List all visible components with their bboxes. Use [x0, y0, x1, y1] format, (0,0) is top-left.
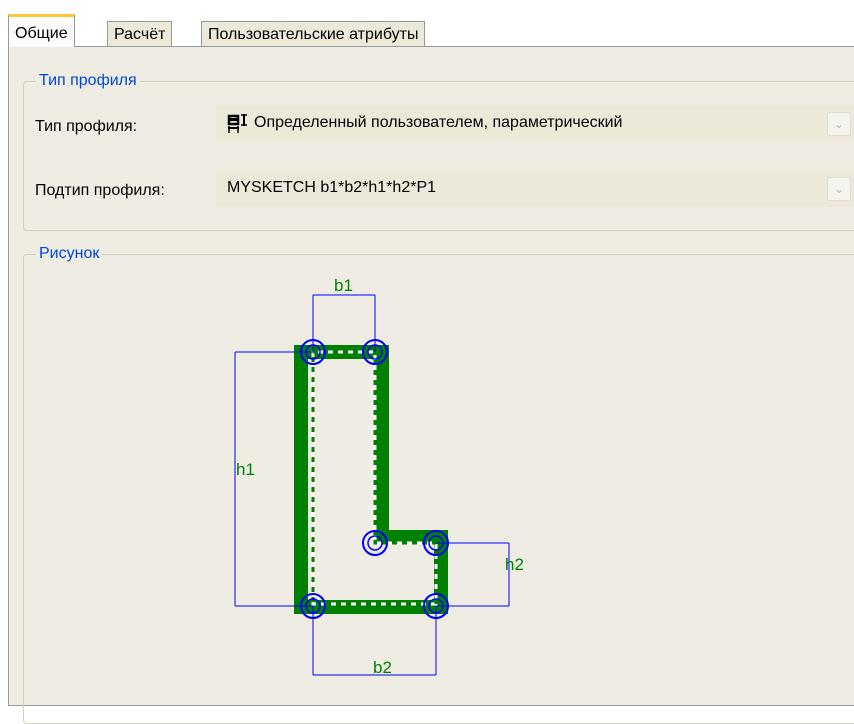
tab-calculation[interactable]: Расчёт: [107, 21, 173, 46]
profile-shape: [294, 345, 448, 614]
tab-general-label: Общие: [15, 25, 68, 42]
dimension-label-h1: h1: [236, 460, 255, 479]
dimension-label-b2: b2: [373, 658, 392, 677]
tab-panel-general: Тип профиля Тип профиля: Определенный по…: [8, 46, 854, 724]
tab-user-attributes-label: Пользовательские атрибуты: [208, 26, 419, 43]
tab-general[interactable]: Общие: [8, 14, 75, 47]
tab-calculation-label: Расчёт: [114, 26, 166, 43]
profile-sketch: b1 h1 h2 b2: [234, 276, 524, 677]
dimension-label-b1: b1: [334, 276, 353, 295]
dimension-label-h2: h2: [505, 555, 524, 574]
profile-centerline: [311, 350, 438, 606]
tab-user-attributes[interactable]: Пользовательские атрибуты: [201, 21, 426, 46]
